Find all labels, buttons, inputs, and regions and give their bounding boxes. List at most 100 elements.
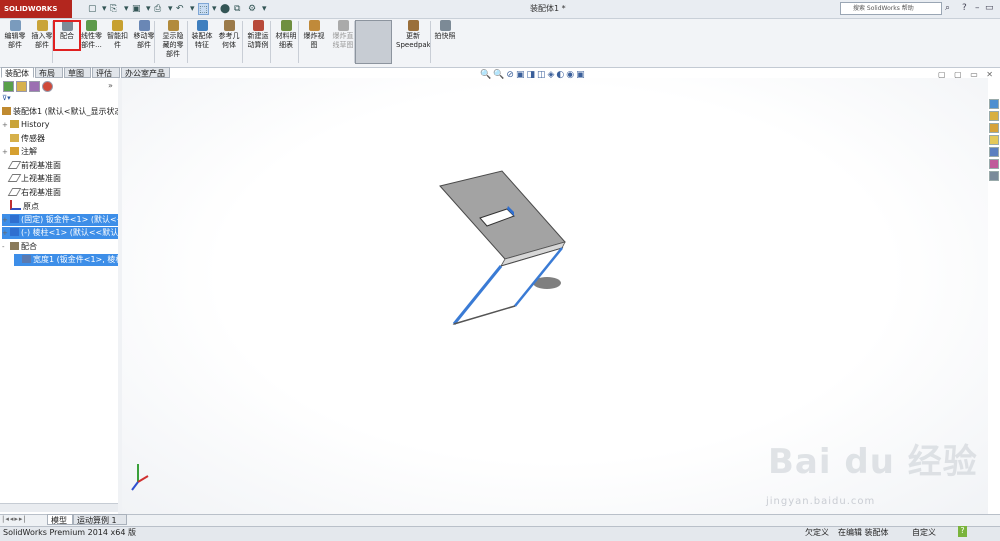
restore-icon[interactable]: ▭	[985, 3, 994, 13]
quick-access-item-icon[interactable]: ▾	[124, 3, 129, 15]
ribbon-button-label: 参考几 何体	[218, 32, 240, 49]
ribbon-button-update-speedpak[interactable]: 更新 Speedpak	[396, 20, 431, 50]
help-icon[interactable]: ?	[962, 3, 967, 13]
status-product: SolidWorks Premium 2014 x64 版	[3, 528, 136, 537]
quick-access-item-icon[interactable]: ▣	[132, 3, 141, 15]
ribbon-button-insert-component[interactable]: 插入零 部件	[30, 20, 54, 50]
tab-layout[interactable]: 布局	[35, 67, 63, 78]
exploded-view-icon	[308, 20, 320, 31]
quick-access-item-icon[interactable]: ⧉	[234, 3, 240, 15]
search-help-input[interactable]: 搜索 SolidWorks 帮助	[840, 2, 942, 15]
minimize-icon[interactable]: –	[975, 3, 980, 13]
tree-item-origin[interactable]: 原点	[2, 200, 118, 212]
ribbon-button-linear-pattern[interactable]: 线性零 部件...	[79, 20, 104, 50]
tree-root-assembly[interactable]: 装配体1 (默认<默认_显示状态	[2, 106, 122, 118]
quick-access-item-icon[interactable]: ⬤	[220, 3, 230, 15]
quick-access-item-icon[interactable]: ▾	[190, 3, 195, 15]
part-icon	[10, 214, 19, 223]
quick-access-item-icon[interactable]: ▾	[102, 3, 107, 15]
tab-model[interactable]: 模型	[47, 514, 73, 525]
history-icon	[10, 120, 19, 128]
tab-assembly[interactable]: 装配体	[1, 67, 34, 78]
configuration-manager-tab-icon[interactable]	[29, 81, 40, 92]
quick-access-item-icon[interactable]: ↶	[176, 3, 184, 15]
quick-access-item-icon[interactable]: ⬚	[198, 3, 209, 15]
search-submit-icon[interactable]: ⌕	[945, 3, 950, 13]
quick-access-item-icon[interactable]: ⎘	[110, 3, 117, 15]
plane-icon	[7, 160, 22, 169]
assembly-features-icon	[196, 20, 208, 31]
file-explorer-icon[interactable]	[989, 123, 999, 133]
ribbon-button-smart-fasteners[interactable]: 智能扣 件	[106, 20, 129, 50]
tree-expander-icon[interactable]: +	[2, 119, 10, 131]
tree-item-part[interactable]: + (固定) 钣金件<1> (默认<<	[2, 213, 123, 226]
resources-icon[interactable]	[989, 99, 999, 109]
plane-icon	[7, 174, 22, 182]
tree-item-sensors[interactable]: 传感器	[2, 133, 118, 145]
tree-item-mates-folder[interactable]: - 配合	[2, 241, 118, 253]
tab-evaluate[interactable]: 评估	[92, 67, 120, 78]
status-units[interactable]: 自定义	[912, 527, 936, 538]
tree-expander-icon[interactable]: +	[2, 146, 10, 158]
quick-access-item-icon[interactable]: ⚙	[248, 3, 256, 15]
insert-component-icon	[36, 20, 48, 31]
tree-expander-icon[interactable]: -	[2, 241, 10, 253]
quick-access-item-icon[interactable]: ⎙	[154, 3, 161, 15]
tree-item-annotations[interactable]: + 注解	[2, 146, 118, 158]
ribbon-button-show-hidden[interactable]: 显示隐 藏的零 部件	[159, 20, 187, 59]
tree-expander-icon[interactable]: +	[2, 227, 10, 239]
quick-access-item-icon[interactable]: ▾	[262, 3, 267, 15]
update-speedpak-icon	[407, 20, 419, 31]
quick-access-item-icon[interactable]: ▢	[88, 3, 97, 15]
design-library-icon[interactable]	[989, 111, 999, 121]
ribbon-button-label: 编辑零 部件	[4, 32, 26, 49]
ribbon-button-label: 显示隐 藏的零 部件	[162, 32, 184, 58]
tree-item-plane[interactable]: 前视基准面	[2, 160, 118, 172]
show-hidden-icon	[167, 20, 179, 31]
ribbon-button-reference-geometry[interactable]: 参考几 何体	[216, 20, 242, 50]
quick-access-item-icon[interactable]: ▾	[168, 3, 173, 15]
bottom-tab-bar	[0, 514, 1000, 526]
tree-item-label: 注解	[21, 147, 37, 156]
tab-sketch[interactable]: 草图	[64, 67, 91, 78]
tree-horizontal-scrollbar[interactable]	[0, 503, 118, 512]
feature-manager-tab-icon[interactable]	[3, 81, 14, 92]
tab-scroll-arrows-icon[interactable]: |◂◂▸▸|	[2, 515, 27, 523]
view-palette-icon[interactable]	[989, 135, 999, 145]
tree-item-width-mate[interactable]: 宽度1 (钣金件<1>, 棱柱<	[14, 254, 130, 266]
ribbon-separator	[270, 21, 271, 63]
property-manager-tab-icon[interactable]	[16, 81, 27, 92]
tree-item-label: 传感器	[21, 133, 45, 143]
ribbon-button-snapshot[interactable]: 拍快照	[432, 20, 458, 41]
quick-access-item-icon[interactable]: ▾	[146, 3, 151, 15]
tree-item-label: 前视基准面	[21, 160, 61, 170]
tree-item-part[interactable]: + (-) 棱柱<1> (默认<<默认>	[2, 227, 125, 239]
tree-item-plane[interactable]: 右视基准面	[2, 187, 118, 199]
filter-icon[interactable]: ⊽▾	[2, 94, 16, 103]
mate-highlight-box	[53, 20, 81, 51]
ribbon-button-exploded-view[interactable]: 爆炸视 图	[301, 20, 327, 50]
ribbon-button-label: 智能扣 件	[107, 32, 128, 49]
tree-item-plane[interactable]: 上视基准面	[2, 173, 118, 185]
ribbon-button-new-motion-study[interactable]: 新建运 动算例	[245, 20, 271, 50]
display-manager-tab-icon[interactable]	[42, 81, 53, 92]
ribbon-separator	[154, 21, 155, 63]
status-help-icon[interactable]: ?	[958, 526, 967, 537]
tab-motion-study[interactable]: 运动算例 1	[73, 514, 127, 525]
tree-item-history[interactable]: + History	[2, 119, 118, 131]
ribbon-button-assembly-features[interactable]: 装配体 特征	[190, 20, 214, 50]
ribbon-button-edit-component[interactable]: 编辑零 部件	[2, 20, 28, 50]
forum-icon[interactable]	[989, 171, 999, 181]
assembly-icon	[2, 107, 11, 115]
bom-icon	[280, 20, 292, 31]
ribbon-button-explode-line-sketch[interactable]: 爆炸直 线草图	[331, 20, 355, 50]
ribbon-button-bom[interactable]: 材料明 细表	[274, 20, 298, 50]
tree-expander-icon[interactable]: +	[2, 214, 10, 226]
custom-properties-icon[interactable]	[989, 159, 999, 169]
expand-panel-icon[interactable]: »	[108, 81, 113, 90]
solidworks-logo[interactable]: SOLIDWORKS	[0, 0, 72, 18]
quick-access-item-icon[interactable]: ▾	[212, 3, 217, 15]
appearances-icon[interactable]	[989, 147, 999, 157]
tab-office-products[interactable]: 办公室产品	[121, 67, 170, 78]
instant3d-active-bg	[355, 20, 392, 64]
